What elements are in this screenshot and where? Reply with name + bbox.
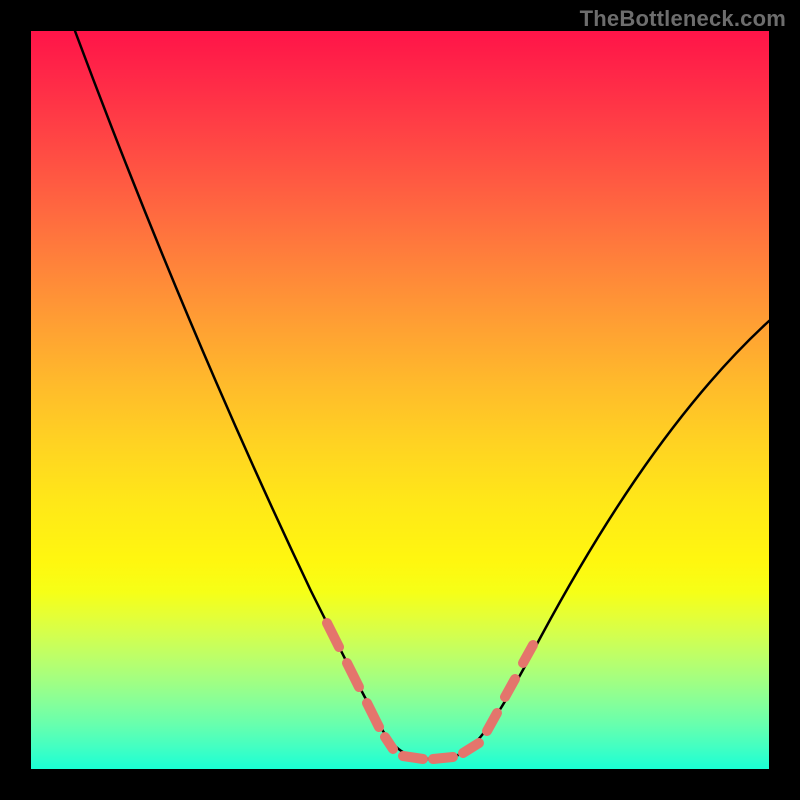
watermark-text: TheBottleneck.com [580, 6, 786, 32]
chart-svg [31, 31, 769, 769]
bottleneck-curve [75, 31, 769, 759]
dash-left-2 [347, 663, 359, 687]
chart-canvas: TheBottleneck.com [0, 0, 800, 800]
dash-bottom-3 [463, 743, 479, 753]
dash-right-2 [505, 679, 515, 697]
dash-left-3 [367, 703, 379, 727]
dash-bottom-1 [403, 756, 423, 759]
dash-bottom-2 [433, 757, 453, 759]
dash-right-1 [487, 713, 497, 731]
dash-left-4 [385, 737, 393, 749]
dash-right-3 [523, 645, 533, 663]
dash-left-1 [327, 623, 339, 647]
